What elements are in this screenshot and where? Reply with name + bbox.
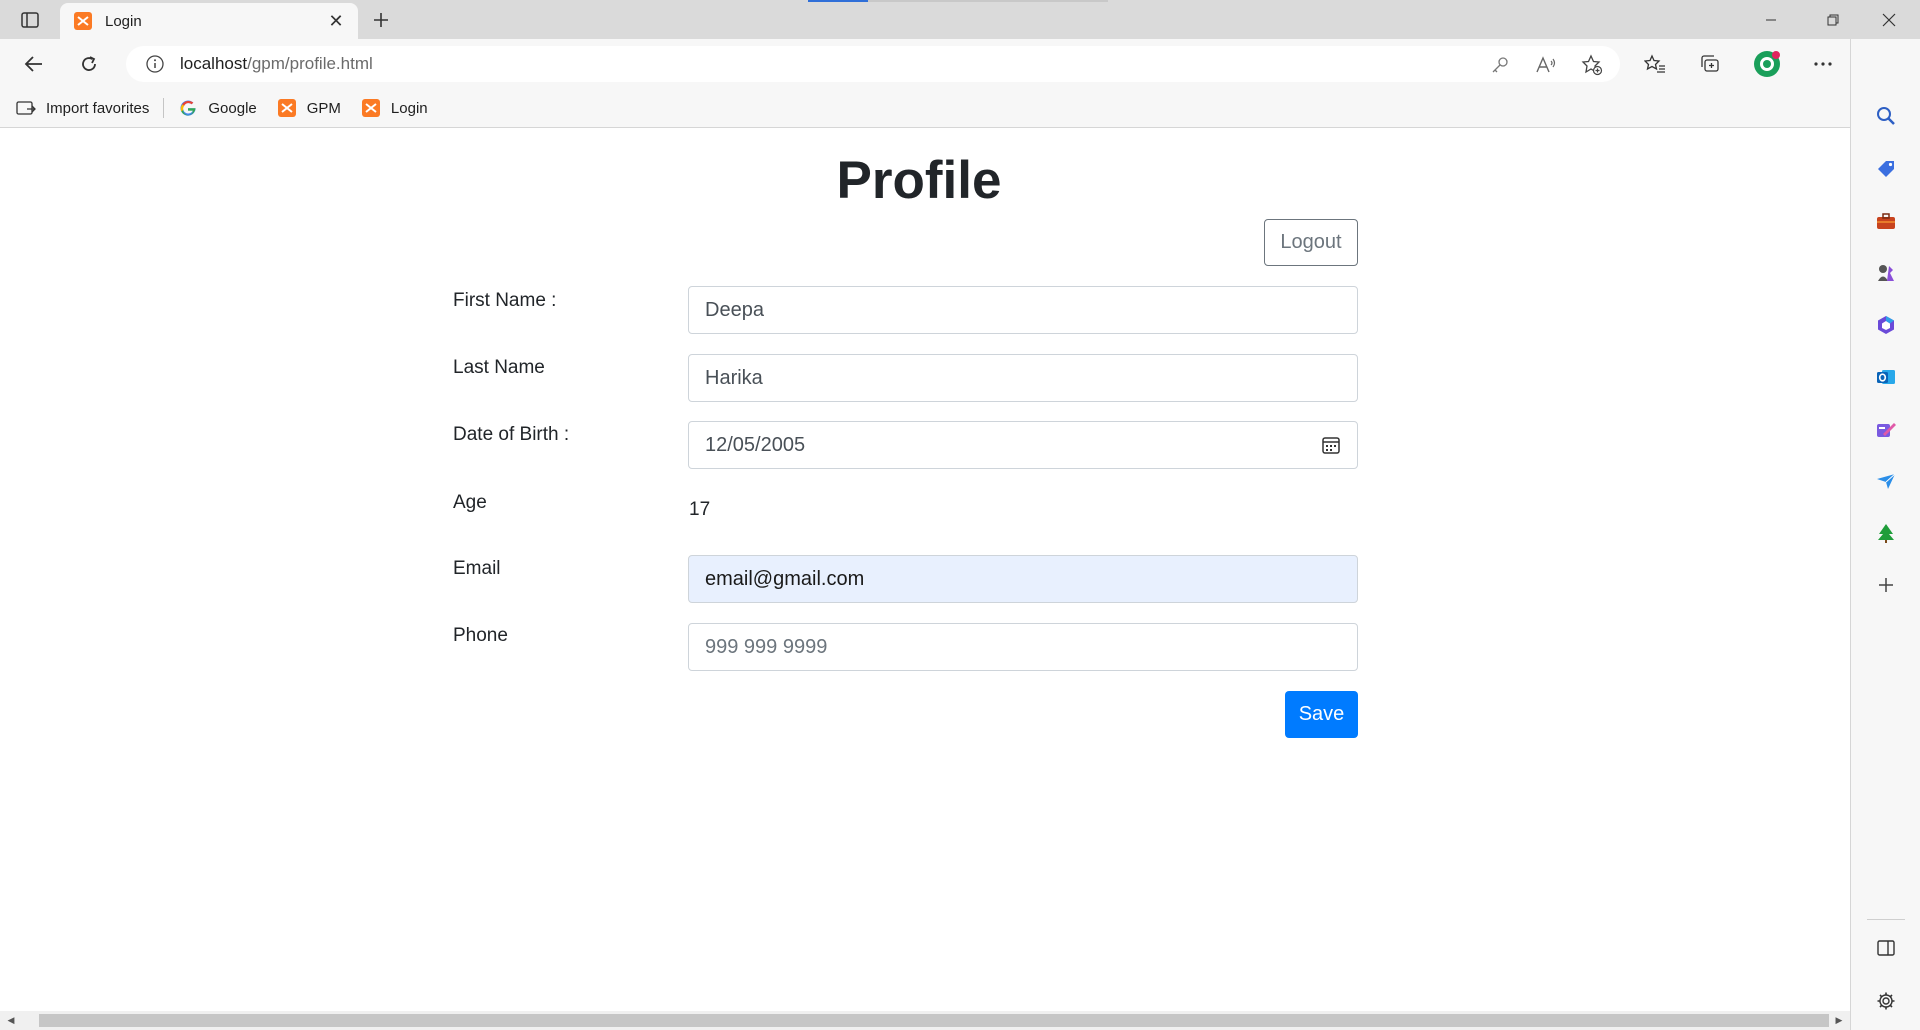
scrollbar-thumb[interactable] bbox=[39, 1014, 1829, 1027]
sidebar-settings-gear-icon[interactable] bbox=[1874, 989, 1898, 1013]
favorites-separator bbox=[163, 98, 165, 118]
favorite-import[interactable]: Import favorites bbox=[6, 94, 159, 122]
close-icon bbox=[1882, 13, 1896, 26]
minimize-icon bbox=[1766, 19, 1776, 20]
favorite-label: GPM bbox=[306, 99, 341, 117]
read-aloud-icon[interactable] bbox=[1534, 53, 1558, 77]
dob-value: 12/05/2005 bbox=[705, 433, 806, 456]
xampp-favicon-icon bbox=[74, 12, 92, 30]
scroll-left-icon[interactable]: ◀ bbox=[6, 1015, 16, 1026]
favorite-google[interactable]: Google bbox=[168, 94, 266, 122]
email-label: Email bbox=[453, 558, 501, 579]
url-path: /gpm/profile.html bbox=[247, 54, 373, 73]
favorites-bar: Import favorites Google GPM Login bbox=[0, 89, 1850, 128]
close-window-button[interactable] bbox=[1866, 0, 1912, 39]
designer-icon[interactable] bbox=[1874, 417, 1898, 441]
age-value: 17 bbox=[689, 499, 711, 520]
scroll-right-icon[interactable]: ▶ bbox=[1834, 1015, 1844, 1026]
dob-label: Date of Birth : bbox=[453, 424, 570, 445]
favorites-button[interactable] bbox=[1638, 48, 1672, 80]
age-label: Age bbox=[453, 492, 487, 513]
sidebar-separator bbox=[1867, 919, 1905, 920]
password-key-icon[interactable] bbox=[1488, 53, 1512, 77]
shopping-tag-icon[interactable] bbox=[1874, 157, 1898, 181]
minimize-button[interactable] bbox=[1748, 0, 1794, 39]
search-icon[interactable] bbox=[1874, 104, 1898, 128]
xampp-icon bbox=[277, 98, 297, 118]
xampp-icon bbox=[361, 98, 381, 118]
email-input[interactable]: email@gmail.com bbox=[688, 555, 1358, 603]
close-tab-icon[interactable]: ✕ bbox=[322, 7, 350, 35]
tools-briefcase-icon[interactable] bbox=[1874, 209, 1898, 233]
refresh-button[interactable] bbox=[72, 48, 106, 80]
phone-input[interactable]: 999 999 9999 bbox=[688, 623, 1358, 671]
add-favorite-icon[interactable] bbox=[1580, 53, 1604, 77]
refresh-icon bbox=[82, 56, 96, 71]
url-host: localhost bbox=[180, 54, 248, 73]
logout-button[interactable]: Logout bbox=[1264, 219, 1358, 266]
restore-button[interactable] bbox=[1810, 0, 1856, 39]
page-content: Profile Logout First Name : Deepa Last N… bbox=[0, 129, 1850, 1011]
send-drop-icon[interactable] bbox=[1874, 469, 1898, 493]
more-menu-button[interactable] bbox=[1806, 48, 1840, 80]
hide-sidebar-icon[interactable] bbox=[1874, 936, 1898, 960]
save-button[interactable]: Save bbox=[1285, 691, 1358, 738]
dob-input[interactable]: 12/05/2005 bbox=[688, 421, 1358, 469]
restore-icon bbox=[1827, 14, 1839, 25]
calendar-icon[interactable] bbox=[1321, 435, 1341, 455]
tab-title: Login bbox=[105, 12, 142, 30]
browser-tab-login[interactable]: Login ✕ bbox=[60, 3, 358, 39]
collections-button[interactable] bbox=[1693, 48, 1727, 80]
tab-actions-icon bbox=[21, 12, 39, 28]
microsoft-365-icon[interactable] bbox=[1874, 313, 1898, 337]
favorite-label: Login bbox=[390, 99, 428, 117]
page-title: Profile bbox=[836, 151, 1002, 210]
first-name-input[interactable]: Deepa bbox=[688, 286, 1358, 334]
back-button[interactable] bbox=[17, 48, 51, 80]
import-icon bbox=[16, 98, 36, 118]
new-tab-button[interactable] bbox=[366, 6, 396, 34]
outlook-icon[interactable] bbox=[1874, 365, 1898, 389]
copilot-profile-button[interactable] bbox=[1750, 48, 1784, 80]
edge-sidebar bbox=[1850, 39, 1920, 1030]
first-name-label: First Name : bbox=[453, 290, 557, 311]
favorite-login[interactable]: Login bbox=[351, 94, 438, 122]
collections-icon bbox=[1701, 55, 1719, 72]
phone-label: Phone bbox=[453, 625, 508, 646]
favorite-label: Import favorites bbox=[46, 99, 150, 117]
favorite-gpm[interactable]: GPM bbox=[267, 94, 351, 122]
google-icon bbox=[178, 98, 198, 118]
favorites-list-icon bbox=[1644, 54, 1665, 73]
tree-icon[interactable] bbox=[1874, 521, 1898, 545]
tab-actions-button[interactable] bbox=[12, 6, 48, 34]
plus-icon bbox=[374, 13, 388, 27]
address-bar[interactable]: localhost/gpm/profile.html bbox=[126, 46, 1620, 82]
title-bar: Login ✕ bbox=[0, 0, 1920, 39]
last-name-input[interactable]: Harika bbox=[688, 354, 1358, 402]
add-sidebar-app-icon[interactable] bbox=[1874, 573, 1898, 597]
back-arrow-icon bbox=[24, 56, 42, 72]
url-text[interactable]: localhost/gpm/profile.html bbox=[180, 54, 373, 74]
more-dots-icon bbox=[1814, 62, 1832, 66]
last-name-label: Last Name bbox=[453, 357, 545, 378]
browser-toolbar: localhost/gpm/profile.html bbox=[0, 39, 1920, 89]
games-icon[interactable] bbox=[1874, 261, 1898, 285]
avatar bbox=[1754, 51, 1780, 77]
loading-indicator bbox=[808, 0, 1108, 2]
favorite-label: Google bbox=[208, 99, 257, 117]
horizontal-scrollbar[interactable]: ◀ ▶ bbox=[0, 1011, 1850, 1030]
site-info-icon[interactable] bbox=[144, 53, 166, 75]
